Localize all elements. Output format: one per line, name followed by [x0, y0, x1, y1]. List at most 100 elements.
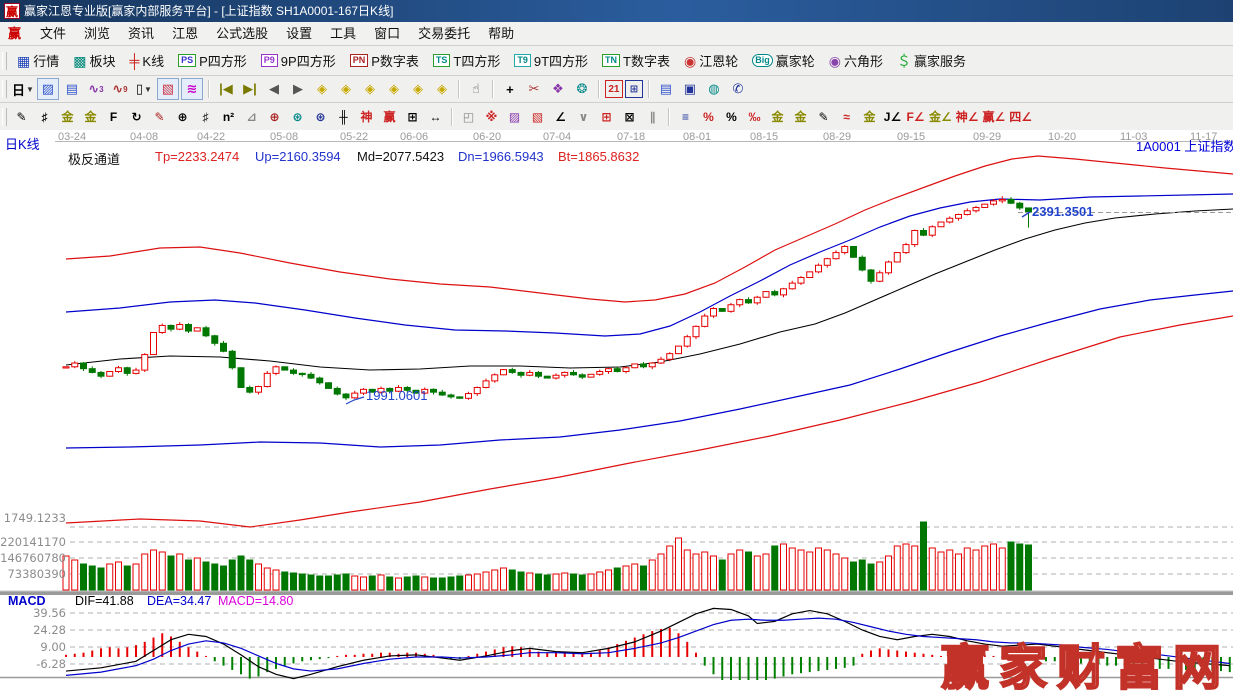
grid-black-icon[interactable]: ⊠ — [619, 106, 640, 127]
p-square-button[interactable]: PSP四方形 — [172, 49, 253, 72]
fan-lines-icon[interactable]: ※ — [481, 106, 502, 127]
pen-red-icon[interactable]: ✎ — [149, 106, 170, 127]
diamond-left-icon[interactable]: ◈ — [311, 78, 333, 100]
waves-red-icon[interactable]: ≈ — [836, 106, 857, 127]
shen-angle-icon[interactable]: 神∠ — [955, 106, 980, 127]
kx-pattern-icon[interactable]: ▧ — [157, 78, 179, 100]
v-shape-icon[interactable]: ∨ — [573, 106, 594, 127]
menu-item-settings[interactable]: 设置 — [277, 22, 321, 45]
wave3-tool-icon[interactable]: ∿3 — [85, 78, 107, 100]
save-icon[interactable]: ▣ — [679, 78, 701, 100]
hexagon-button[interactable]: ◉六角形 — [823, 49, 889, 72]
diamond-expand-icon[interactable]: ◈ — [359, 78, 381, 100]
menu-item-tools[interactable]: 工具 — [321, 22, 365, 45]
angle-gray-icon[interactable]: ⊿ — [241, 106, 262, 127]
quotes-button[interactable]: ▦行情 — [11, 49, 65, 72]
pen-angle-icon[interactable]: ✎ — [813, 106, 834, 127]
diamond-shrink-icon[interactable]: ◈ — [383, 78, 405, 100]
ying-angle-icon[interactable]: 赢∠ — [982, 106, 1007, 127]
hand-tool-icon[interactable]: ☝ — [465, 78, 487, 100]
hash-lines-icon[interactable]: ♯ — [34, 106, 55, 127]
p-table-button[interactable]: PNP数字表 — [344, 49, 425, 72]
si-angle-icon[interactable]: 四∠ — [1008, 106, 1033, 127]
ruler-123-icon[interactable]: ⊞ — [402, 106, 423, 127]
mobile-icon[interactable]: ✆ — [727, 78, 749, 100]
spiral-tool-icon[interactable]: ↻ — [126, 106, 147, 127]
gold-angle-icon[interactable]: 金 — [859, 106, 880, 127]
target-red-icon[interactable]: ⊕ — [264, 106, 285, 127]
calendar-icon[interactable]: 21 — [605, 80, 623, 98]
f-lines-icon[interactable]: F — [103, 106, 124, 127]
gann-grid-icon[interactable]: ╫ — [333, 106, 354, 127]
hash-lines-2-icon[interactable]: ♯ — [195, 106, 216, 127]
pattern-tool-icon[interactable]: ▨ — [37, 78, 59, 100]
9t-square-button[interactable]: T99T四方形 — [508, 49, 594, 72]
gold-lines-2-icon[interactable]: 金 — [80, 106, 101, 127]
t-table-button[interactable]: TNT数字表 — [596, 49, 676, 72]
web-save-icon[interactable]: ◍ — [703, 78, 725, 100]
menu-item-help[interactable]: 帮助 — [479, 22, 523, 45]
crosshair-tool-icon[interactable]: + — [499, 78, 521, 100]
percent-red-icon[interactable]: % — [698, 106, 719, 127]
candle-style-dropdown-icon[interactable]: ▯▼ — [133, 78, 155, 100]
menu-item-trade[interactable]: 交易委托 — [409, 22, 479, 45]
parallel-lines-icon[interactable]: ∥ — [642, 106, 663, 127]
menu-item-browse[interactable]: 浏览 — [75, 22, 119, 45]
toolbar-grip[interactable] — [2, 108, 7, 126]
f-angle-icon[interactable]: F∠ — [905, 106, 926, 127]
color-scale-icon[interactable]: ≋ — [181, 78, 203, 100]
n-square-icon[interactable]: n² — [218, 106, 239, 127]
chart-panel[interactable]: 03-2404-0804-2205-0805-2206-0606-2007-04… — [0, 130, 1233, 680]
gold-angle-2-icon[interactable]: 金∠ — [928, 106, 953, 127]
kline-button[interactable]: ╪K线 — [124, 49, 171, 72]
menu-item-gann[interactable]: 江恩 — [163, 22, 207, 45]
menu-item-window[interactable]: 窗口 — [365, 22, 409, 45]
9p-square-button[interactable]: P99P四方形 — [255, 49, 342, 72]
web-teal-icon[interactable]: ⊛ — [287, 106, 308, 127]
toolbar-grip[interactable] — [2, 80, 7, 98]
go-prev-icon[interactable]: ◀ — [263, 78, 285, 100]
winner-service-button[interactable]: ＄赢家服务 — [891, 49, 972, 72]
go-first-icon[interactable]: |◀ — [215, 78, 237, 100]
macd-indicator-label[interactable]: MACD — [8, 594, 46, 608]
web-navy-icon[interactable]: ⊛ — [310, 106, 331, 127]
go-last-icon[interactable]: ▶| — [239, 78, 261, 100]
percent-black-icon[interactable]: % — [721, 106, 742, 127]
menu-item-formula-pick[interactable]: 公式选股 — [207, 22, 277, 45]
gann-square-icon[interactable]: ▧ — [527, 106, 548, 127]
t-square-button[interactable]: TST四方形 — [427, 49, 506, 72]
fractal-tool-icon[interactable]: ❂ — [571, 78, 593, 100]
h-span-icon[interactable]: ↔ — [425, 106, 446, 127]
trend-angle-icon[interactable]: ∠ — [550, 106, 571, 127]
calculator-icon[interactable]: ⊞ — [625, 80, 643, 98]
diamond-zoomout-icon[interactable]: ◈ — [431, 78, 453, 100]
go-next-icon[interactable]: ▶ — [287, 78, 309, 100]
sectors-button[interactable]: ▩板块 — [67, 49, 121, 72]
shen-tool-icon[interactable]: 神 — [356, 106, 377, 127]
menu-item-news[interactable]: 资讯 — [119, 22, 163, 45]
grid-red-icon[interactable]: ⊞ — [596, 106, 617, 127]
period-dropdown-icon[interactable]: 日▼ — [11, 78, 35, 100]
permille-red-icon[interactable]: ‰ — [744, 106, 765, 127]
diamond-right-icon[interactable]: ◈ — [335, 78, 357, 100]
notes-icon[interactable]: ▤ — [655, 78, 677, 100]
winner-wheel-button[interactable]: Big赢家轮 — [746, 49, 821, 72]
shape-tool-icon[interactable]: ❖ — [547, 78, 569, 100]
gold-line-icon[interactable]: 金 — [790, 106, 811, 127]
gann-wheel-button[interactable]: ◉江恩轮 — [678, 49, 744, 72]
menu-item-file[interactable]: 文件 — [31, 22, 75, 45]
report-tool-icon[interactable]: ▤ — [61, 78, 83, 100]
gold-lines-1-icon[interactable]: 金 — [57, 106, 78, 127]
wave9-tool-icon[interactable]: ∿9 — [109, 78, 131, 100]
diamond-zoomin-icon[interactable]: ◈ — [407, 78, 429, 100]
gann-box-icon[interactable]: ▨ — [504, 106, 525, 127]
ying-tool-icon[interactable]: 赢 — [379, 106, 400, 127]
toolbar-grip[interactable] — [2, 52, 7, 70]
j-angle-icon[interactable]: J∠ — [882, 106, 903, 127]
level-list-icon[interactable]: ≡ — [675, 106, 696, 127]
rect-tool-icon[interactable]: ◰ — [458, 106, 479, 127]
pen-tool-icon[interactable]: ✎ — [11, 106, 32, 127]
gold-circle-icon[interactable]: 金 — [767, 106, 788, 127]
cut-tool-icon[interactable]: ✂ — [523, 78, 545, 100]
circle-grid-icon[interactable]: ⊕ — [172, 106, 193, 127]
